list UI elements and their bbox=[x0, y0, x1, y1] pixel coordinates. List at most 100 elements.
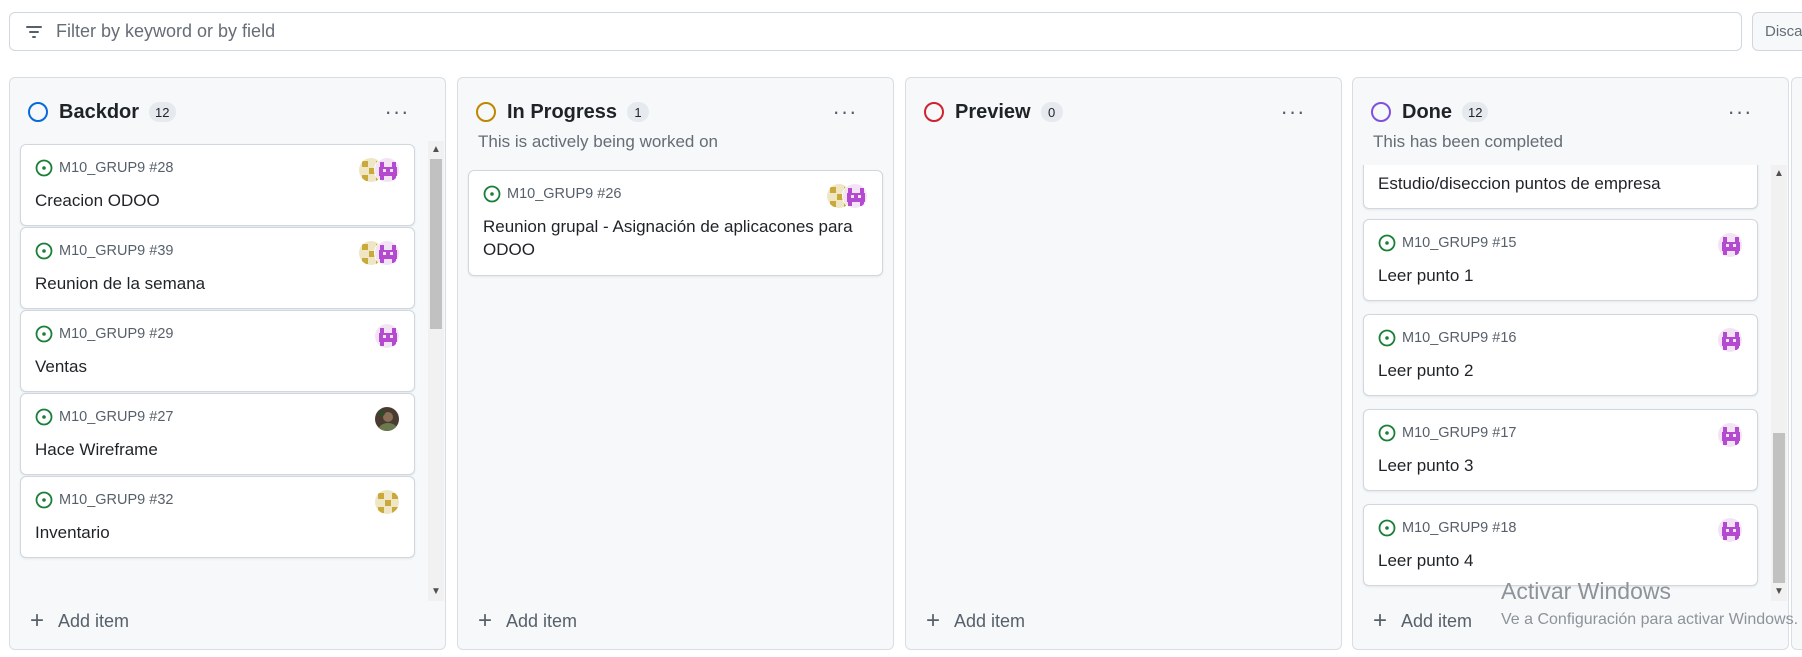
add-item-label: Add item bbox=[1401, 610, 1473, 631]
issue-title[interactable]: Leer punto 4 bbox=[1378, 549, 1739, 572]
column-preview: Preview 0 ··· + Add item bbox=[905, 77, 1342, 650]
issue-card[interactable]: M10_GRUP9 #27 Hace Wireframe bbox=[20, 393, 415, 475]
issue-title[interactable]: Creacion ODOO bbox=[35, 189, 396, 212]
scroll-thumb[interactable] bbox=[430, 159, 442, 329]
issue-card[interactable]: M10_GRUP9 #39 Reunion de la semana bbox=[20, 227, 415, 309]
issue-reference[interactable]: M10_GRUP9 #27 bbox=[59, 409, 173, 425]
add-item-label: Add item bbox=[58, 610, 130, 631]
add-item-button[interactable]: + Add item bbox=[1373, 605, 1472, 637]
column-header: Done 12 ··· bbox=[1371, 96, 1770, 128]
issue-title[interactable]: Leer punto 2 bbox=[1378, 359, 1739, 382]
more-options-icon[interactable]: ··· bbox=[1275, 96, 1311, 128]
filter-placeholder: Filter by keyword or by field bbox=[56, 21, 276, 41]
status-circle-icon bbox=[1371, 102, 1391, 122]
issue-card[interactable]: M10_GRUP9 #17 Leer punto 3 bbox=[1363, 409, 1758, 491]
add-item-button[interactable]: + Add item bbox=[30, 605, 129, 637]
count-badge: 0 bbox=[1040, 102, 1063, 122]
issue-reference[interactable]: M10_GRUP9 #16 bbox=[1402, 330, 1516, 346]
issue-card[interactable]: M10_GRUP9 #29 Ventas bbox=[20, 310, 415, 392]
issue-reference[interactable]: M10_GRUP9 #29 bbox=[59, 326, 173, 342]
issue-title[interactable]: Hace Wireframe bbox=[35, 438, 396, 461]
avatar[interactable] bbox=[374, 157, 400, 183]
avatar[interactable] bbox=[374, 240, 400, 266]
plus-icon: + bbox=[478, 607, 493, 634]
issue-open-icon bbox=[1378, 424, 1396, 442]
issue-open-icon bbox=[1378, 234, 1396, 252]
issue-open-icon bbox=[35, 491, 53, 509]
avatar[interactable] bbox=[374, 406, 400, 432]
scroll-down-icon[interactable]: ▼ bbox=[428, 585, 444, 599]
discard-button[interactable]: Discar bbox=[1752, 12, 1802, 51]
column-title: Backdor bbox=[59, 100, 140, 123]
scroll-up-icon[interactable]: ▲ bbox=[1771, 167, 1787, 181]
avatar[interactable] bbox=[1717, 232, 1743, 258]
column-title: In Progress bbox=[507, 100, 618, 123]
issue-reference[interactable]: M10_GRUP9 #26 bbox=[507, 186, 621, 202]
status-circle-icon bbox=[924, 102, 944, 122]
column-header: Preview 0 ··· bbox=[924, 96, 1323, 128]
issue-open-icon bbox=[35, 242, 53, 260]
issue-open-icon bbox=[483, 185, 501, 203]
plus-icon: + bbox=[1373, 607, 1388, 634]
issue-card[interactable]: Estudio/diseccion puntos de empresa bbox=[1363, 165, 1758, 209]
filter-icon bbox=[26, 25, 42, 38]
column-title: Preview bbox=[955, 100, 1031, 123]
issue-reference[interactable]: M10_GRUP9 #15 bbox=[1402, 235, 1516, 251]
issue-title[interactable]: Estudio/diseccion puntos de empresa bbox=[1378, 172, 1739, 195]
next-column-edge bbox=[1791, 77, 1802, 650]
column-done: Done 12 ··· This has been completed Estu… bbox=[1352, 77, 1789, 650]
avatar[interactable] bbox=[1717, 517, 1743, 543]
avatar[interactable] bbox=[1717, 327, 1743, 353]
more-options-icon[interactable]: ··· bbox=[827, 96, 863, 128]
count-badge: 1 bbox=[627, 102, 650, 122]
column-description: This is actively being worked on bbox=[478, 132, 719, 151]
scroll-thumb[interactable] bbox=[1773, 433, 1785, 583]
issue-reference[interactable]: M10_GRUP9 #18 bbox=[1402, 520, 1516, 536]
column-scrollbar[interactable]: ▲ ▼ bbox=[428, 141, 444, 601]
column-title: Done bbox=[1402, 100, 1452, 123]
column-scrollbar[interactable]: ▲ ▼ bbox=[1771, 165, 1787, 601]
column-in-progress: In Progress 1 ··· This is actively being… bbox=[457, 77, 894, 650]
avatar[interactable] bbox=[1717, 422, 1743, 448]
issue-card[interactable]: M10_GRUP9 #32 Inventario bbox=[20, 476, 415, 558]
status-circle-icon bbox=[28, 102, 48, 122]
avatar[interactable] bbox=[842, 183, 868, 209]
column-description: This has been completed bbox=[1373, 132, 1563, 151]
column-header: Backdor 12 ··· bbox=[28, 96, 427, 128]
add-item-button[interactable]: + Add item bbox=[478, 605, 577, 637]
count-badge: 12 bbox=[1462, 102, 1489, 122]
issue-open-icon bbox=[1378, 519, 1396, 537]
issue-title[interactable]: Reunion grupal - Asignación de aplicacon… bbox=[483, 215, 864, 261]
issue-title[interactable]: Ventas bbox=[35, 355, 396, 378]
avatar[interactable] bbox=[374, 489, 400, 515]
issue-reference[interactable]: M10_GRUP9 #28 bbox=[59, 160, 173, 176]
scroll-down-icon[interactable]: ▼ bbox=[1771, 585, 1787, 599]
more-options-icon[interactable]: ··· bbox=[379, 96, 415, 128]
plus-icon: + bbox=[926, 607, 941, 634]
more-options-icon[interactable]: ··· bbox=[1722, 96, 1758, 128]
count-badge: 12 bbox=[149, 102, 176, 122]
issue-title[interactable]: Leer punto 3 bbox=[1378, 454, 1739, 477]
issue-title[interactable]: Inventario bbox=[35, 521, 396, 544]
add-item-label: Add item bbox=[506, 610, 578, 631]
issue-card[interactable]: M10_GRUP9 #26 Reunion grupal - Asignació… bbox=[468, 170, 883, 276]
issue-card[interactable]: M10_GRUP9 #16 Leer punto 2 bbox=[1363, 314, 1758, 396]
add-item-button[interactable]: + Add item bbox=[926, 605, 1025, 637]
filter-input[interactable]: Filter by keyword or by field bbox=[9, 12, 1742, 51]
add-item-label: Add item bbox=[954, 610, 1026, 631]
issue-title[interactable]: Leer punto 1 bbox=[1378, 264, 1739, 287]
issue-open-icon bbox=[1378, 329, 1396, 347]
issue-reference[interactable]: M10_GRUP9 #39 bbox=[59, 243, 173, 259]
issue-open-icon bbox=[35, 325, 53, 343]
plus-icon: + bbox=[30, 607, 45, 634]
issue-reference[interactable]: M10_GRUP9 #17 bbox=[1402, 425, 1516, 441]
issue-title[interactable]: Reunion de la semana bbox=[35, 272, 396, 295]
column-header: In Progress 1 ··· bbox=[476, 96, 875, 128]
status-circle-icon bbox=[476, 102, 496, 122]
avatar[interactable] bbox=[374, 323, 400, 349]
issue-reference[interactable]: M10_GRUP9 #32 bbox=[59, 492, 173, 508]
scroll-up-icon[interactable]: ▲ bbox=[428, 143, 444, 157]
issue-card[interactable]: M10_GRUP9 #18 Leer punto 4 bbox=[1363, 504, 1758, 586]
issue-card[interactable]: M10_GRUP9 #15 Leer punto 1 bbox=[1363, 219, 1758, 301]
issue-card[interactable]: M10_GRUP9 #28 Creacion ODOO bbox=[20, 144, 415, 226]
